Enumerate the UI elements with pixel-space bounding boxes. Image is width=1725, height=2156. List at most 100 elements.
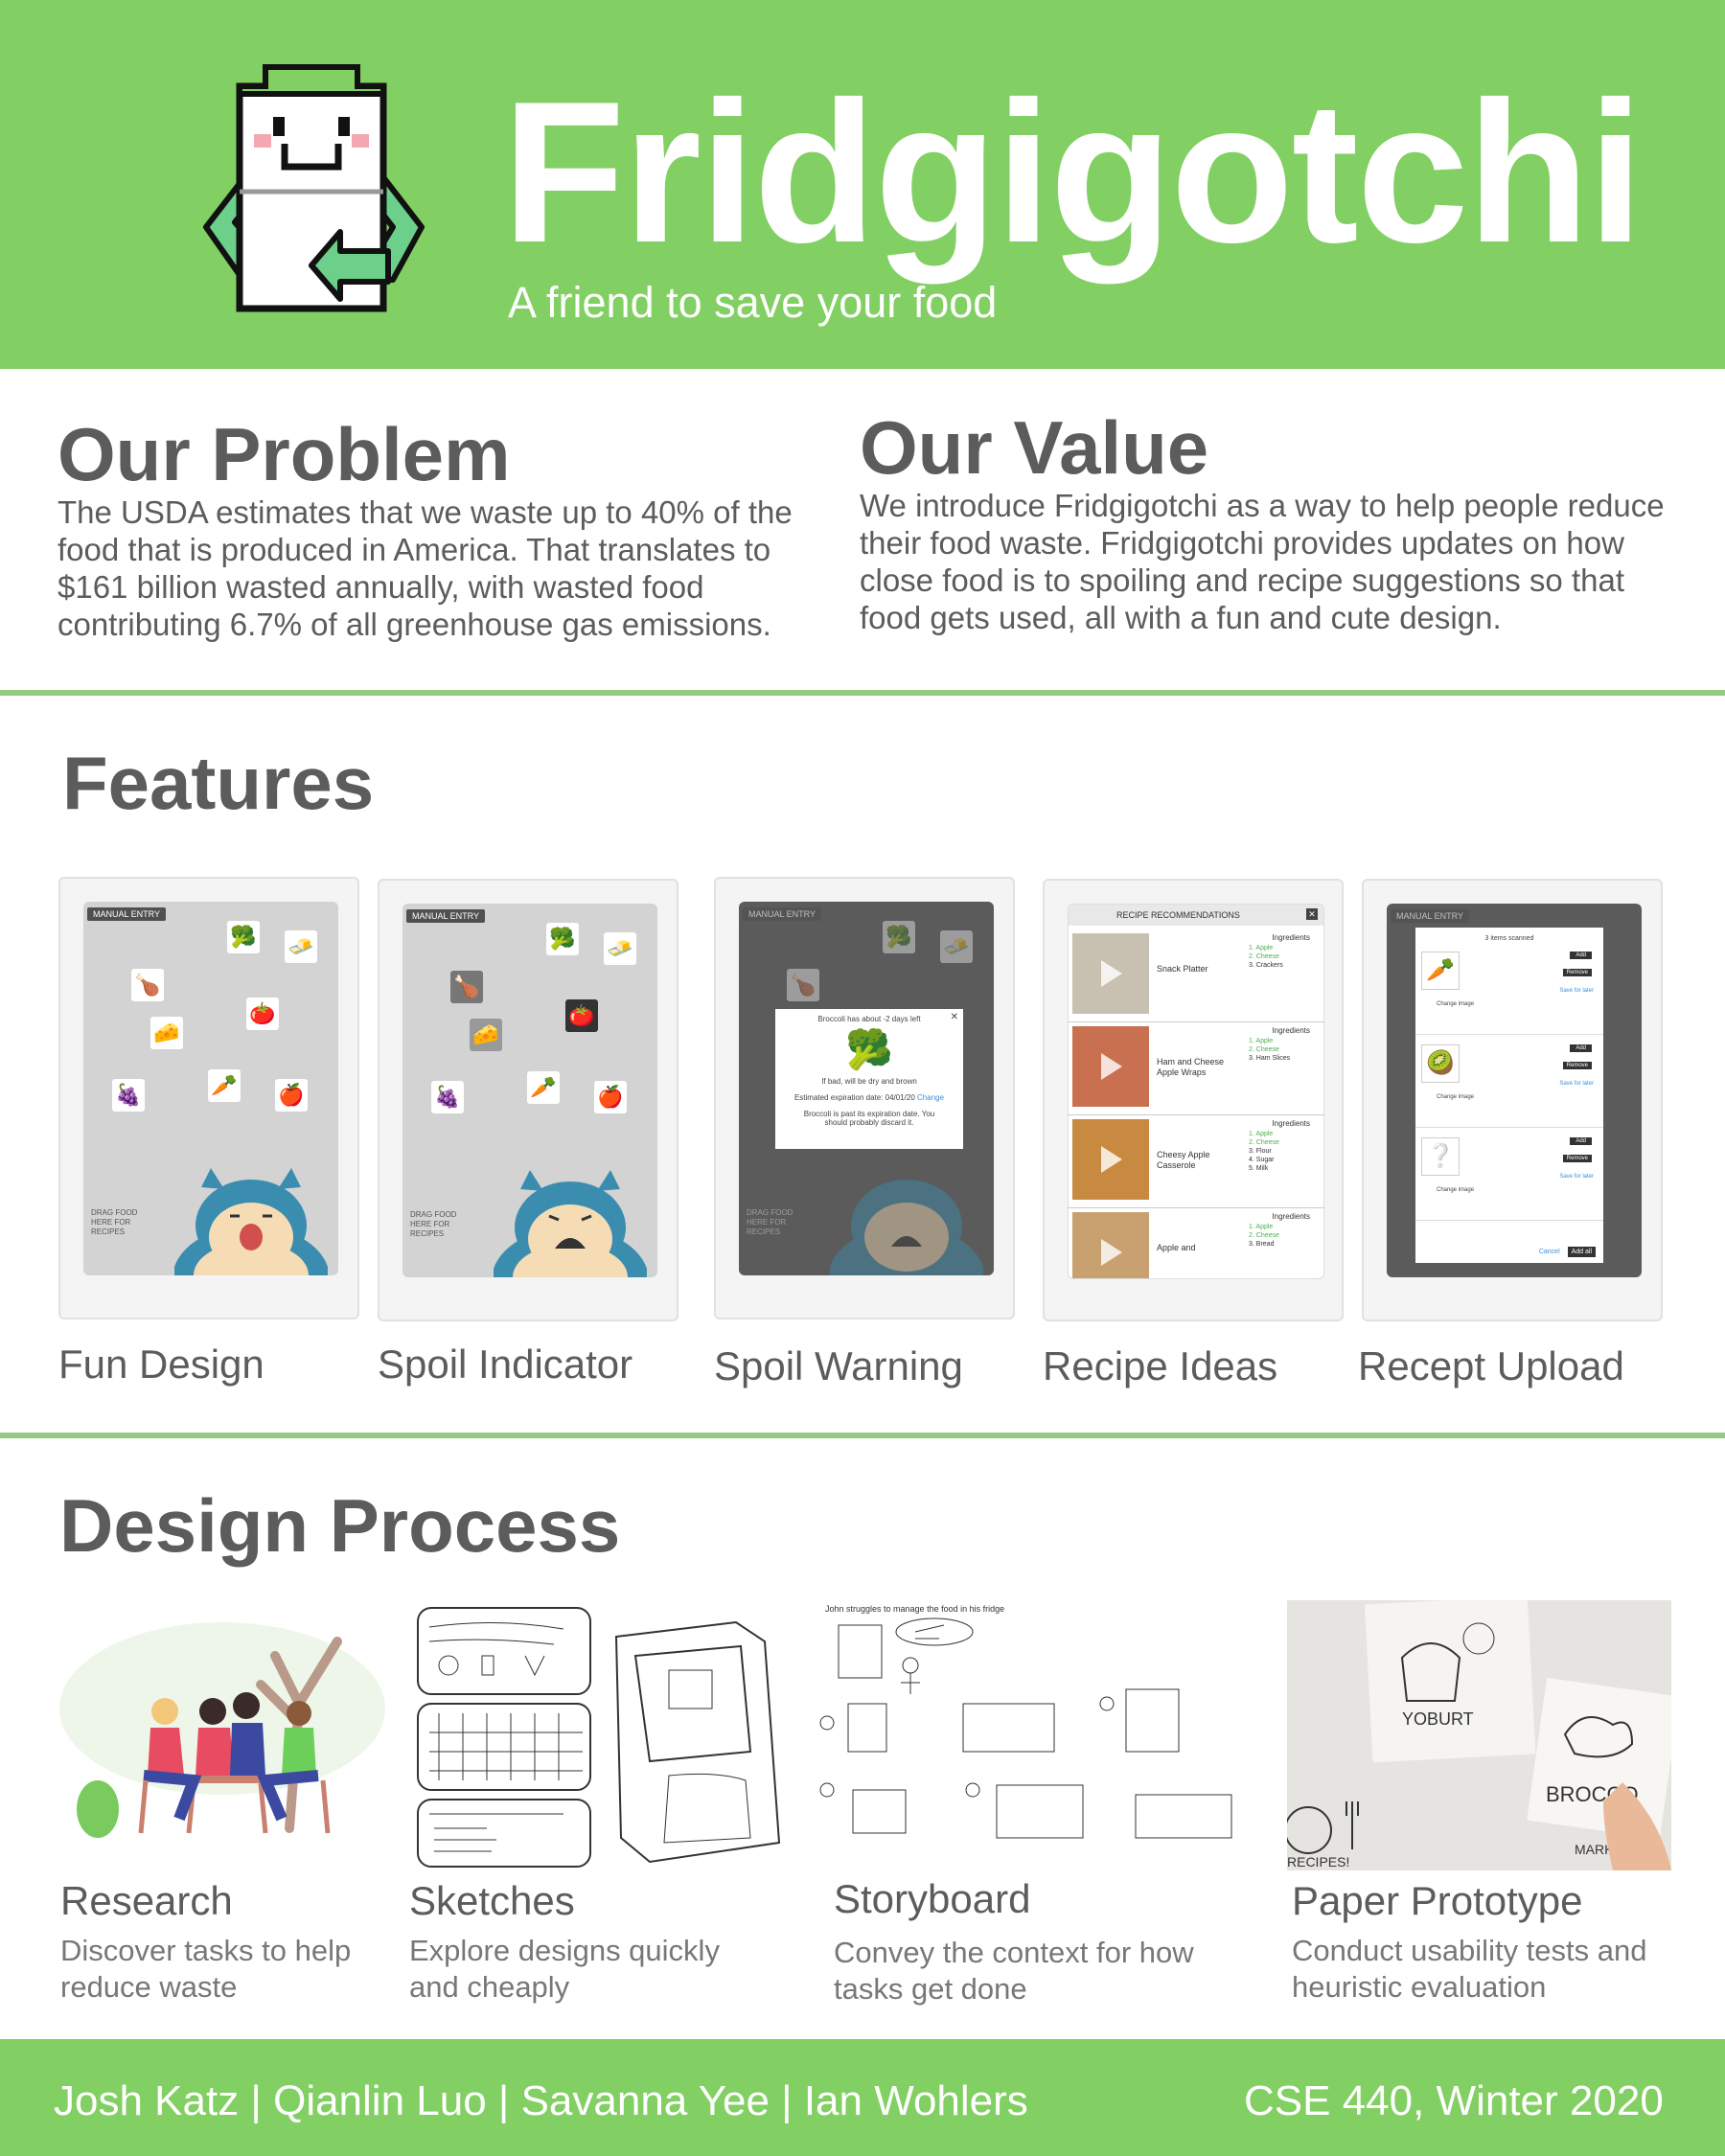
recipe-ingredient: 1. Apple [1249, 945, 1274, 952]
butter-icon[interactable]: 🧈 [285, 930, 317, 963]
tomato-icon[interactable]: 🍅 [246, 998, 279, 1030]
broccoli-icon: 🥦 [845, 1029, 893, 1071]
recipe-thumbnail[interactable] [1072, 1119, 1149, 1200]
section-divider [0, 1433, 1725, 1438]
add-button[interactable]: Add [1570, 1044, 1592, 1052]
close-icon[interactable]: ✕ [951, 1012, 958, 1022]
drumstick-spoiled-icon[interactable]: 🍗 [450, 971, 483, 1003]
butter-icon[interactable]: 🧈 [604, 932, 636, 965]
change-image-button[interactable]: Change image [1437, 1187, 1474, 1193]
recipe-row[interactable]: Snack Platter Ingredients 1. Apple 2. Chees… [1069, 929, 1323, 1022]
feature-card-fun-design: MANUAL ENTRY 🥦 🧈 🍗 🍅 🧀 🥕 🍇 🍎 DRAG FOOD H… [58, 877, 359, 1319]
grapes-icon[interactable]: 🍇 [112, 1079, 145, 1112]
sketches-illustration [410, 1598, 786, 1871]
recipe-ingredients-label: Ingredients [1272, 1026, 1310, 1035]
drag-food-zone[interactable]: DRAG FOOD HERE FOR RECIPES [410, 1210, 468, 1239]
add-all-button[interactable]: Add all [1567, 1247, 1596, 1257]
feature-card-spoil-indicator: MANUAL ENTRY 🥦 🧈 🍗 🍅 🧀 🥕 🍇 🍎 DRAG FOOD H… [378, 879, 678, 1321]
remove-button[interactable]: Remove [1562, 969, 1592, 976]
change-image-button[interactable]: Change image [1437, 1001, 1474, 1007]
process-title-storyboard: Storyboard [834, 1876, 1031, 1921]
carrot-icon[interactable]: 🥕 [527, 1071, 560, 1104]
recipe-ingredient: 3. Flour [1249, 1148, 1272, 1155]
process-title-research: Research [60, 1878, 233, 1923]
dialog-line1: If bad, will be dry and brown [821, 1077, 917, 1086]
recipe-ingredient: 5. Milk [1249, 1165, 1269, 1172]
tomato-spoiled-icon[interactable]: 🍅 [565, 999, 598, 1032]
problem-text: The USDA estimates that we waste up to 4… [58, 494, 793, 642]
upload-item-row: 🥕 Change image Add Remove Save for later [1415, 942, 1603, 1035]
play-icon[interactable] [1101, 960, 1122, 987]
recipe-screen: RECIPE RECOMMENDATIONS ✕ Snack Platter In… [1068, 904, 1324, 1279]
manual-entry-button[interactable]: MANUAL ENTRY [406, 909, 486, 923]
feature-card-spoil-warning: MANUAL ENTRY 🥦 🧈 🍗 DRAG FOOD HERE FOR RE… [714, 877, 1015, 1319]
manual-entry-button[interactable]: MANUAL ENTRY [743, 907, 822, 921]
grapes-icon[interactable]: 🍇 [431, 1081, 464, 1113]
recipe-thumbnail[interactable] [1072, 1212, 1149, 1278]
features-heading: Features [62, 741, 375, 825]
research-illustration [59, 1622, 385, 1838]
carrot-icon[interactable]: 🥕 [208, 1069, 241, 1102]
storyboard-illustration: John struggles to manage the food in his… [819, 1598, 1265, 1867]
paper-prototype-photo: YOBURT BROCCO RECIPES! MARK [1287, 1600, 1671, 1870]
play-icon[interactable] [1101, 1239, 1122, 1266]
save-for-later-link[interactable]: Save for later [1559, 1081, 1594, 1087]
save-for-later-link[interactable]: Save for later [1559, 1174, 1594, 1180]
food-image[interactable]: ❔ [1421, 1137, 1460, 1176]
recipe-ingredient: 2. Cheese [1249, 1232, 1279, 1239]
manual-entry-button[interactable]: MANUAL ENTRY [87, 907, 167, 921]
close-icon[interactable]: ✕ [1306, 908, 1318, 920]
play-icon[interactable] [1101, 1053, 1122, 1080]
drag-food-zone[interactable]: DRAG FOOD HERE FOR RECIPES [91, 1208, 149, 1237]
process-title-paper-prototype: Paper Prototype [1292, 1878, 1583, 1923]
value-text: We introduce Fridgigotchi as a way to he… [860, 488, 1665, 635]
recipe-row[interactable]: Cheesy Apple Casserole Ingredients 1. Appl… [1069, 1115, 1323, 1208]
course-label: CSE 440, Winter 2020 [1244, 2077, 1664, 2124]
drumstick-icon[interactable]: 🍗 [787, 969, 819, 1001]
save-for-later-link[interactable]: Save for later [1559, 988, 1594, 994]
feature-card-recept-upload: MANUAL ENTRY 3 items scanned 🥕 Change ima… [1362, 879, 1663, 1321]
apple-icon[interactable]: 🍎 [275, 1079, 308, 1112]
remove-button[interactable]: Remove [1562, 1155, 1592, 1162]
recipe-row[interactable]: Ham and Cheese Apple Wraps Ingredients 1. … [1069, 1022, 1323, 1115]
cheese-icon[interactable]: 🧀 [150, 1017, 183, 1049]
food-image[interactable]: 🥕 [1421, 952, 1460, 990]
change-image-button[interactable]: Change image [1437, 1094, 1474, 1100]
manual-entry-button[interactable]: MANUAL ENTRY [1391, 909, 1470, 923]
upload-item-row: 🥝 Change image Add Remove Save for later [1415, 1035, 1603, 1128]
food-image[interactable]: 🥝 [1421, 1044, 1460, 1083]
add-button[interactable]: Add [1570, 1137, 1592, 1145]
play-icon[interactable] [1101, 1146, 1122, 1173]
broccoli-icon[interactable]: 🥦 [227, 921, 260, 953]
broccoli-icon[interactable]: 🥦 [883, 921, 915, 953]
drag-food-zone[interactable]: DRAG FOOD HERE FOR RECIPES [747, 1208, 804, 1237]
app-screen: MANUAL ENTRY 🥦 🧈 🍗 🍅 🧀 🥕 🍇 🍎 DRAG FOOD H… [402, 904, 657, 1277]
storyboard-caption: John struggles to manage the food in his… [825, 1604, 1004, 1614]
recipe-ingredient: 2. Cheese [1249, 953, 1279, 960]
dialog-line3: Broccoli is past its expiration date. Yo… [803, 1110, 935, 1127]
process-title-sketches: Sketches [409, 1878, 575, 1923]
cheese-icon[interactable]: 🧀 [470, 1019, 502, 1051]
app-screen: MANUAL ENTRY 3 items scanned 🥕 Change ima… [1387, 904, 1642, 1277]
drumstick-icon[interactable]: 🍗 [131, 969, 164, 1001]
snorlax-sad-icon [494, 1170, 647, 1277]
change-link[interactable]: Change [917, 1093, 944, 1102]
recipe-name: Ham and Cheese Apple Wraps [1157, 1057, 1225, 1077]
recipe-ingredients-label: Ingredients [1272, 1119, 1310, 1128]
recipe-ingredients-label: Ingredients [1272, 1212, 1310, 1221]
app-screen: MANUAL ENTRY 🥦 🧈 🍗 🍅 🧀 🥕 🍇 🍎 DRAG FOOD H… [83, 902, 338, 1275]
feature-label-spoil-indicator: Spoil Indicator [378, 1342, 633, 1387]
remove-button[interactable]: Remove [1562, 1062, 1592, 1069]
broccoli-icon[interactable]: 🥦 [546, 923, 579, 955]
recipe-row[interactable]: Apple and Ingredients 1. Apple 2. Cheese 3. … [1069, 1208, 1323, 1278]
fridgigotchi-logo [203, 64, 425, 312]
apple-icon[interactable]: 🍎 [594, 1081, 627, 1113]
cancel-button[interactable]: Cancel [1539, 1249, 1560, 1255]
recipe-name: Cheesy Apple Casserole [1157, 1150, 1210, 1170]
recipe-thumbnail[interactable] [1072, 933, 1149, 1014]
scanned-count: 3 items scanned [1484, 935, 1534, 942]
add-button[interactable]: Add [1570, 952, 1592, 959]
recipe-thumbnail[interactable] [1072, 1026, 1149, 1107]
butter-icon[interactable]: 🧈 [940, 930, 973, 963]
process-desc-storyboard: Convey the context for how tasks get don… [834, 1936, 1194, 2006]
